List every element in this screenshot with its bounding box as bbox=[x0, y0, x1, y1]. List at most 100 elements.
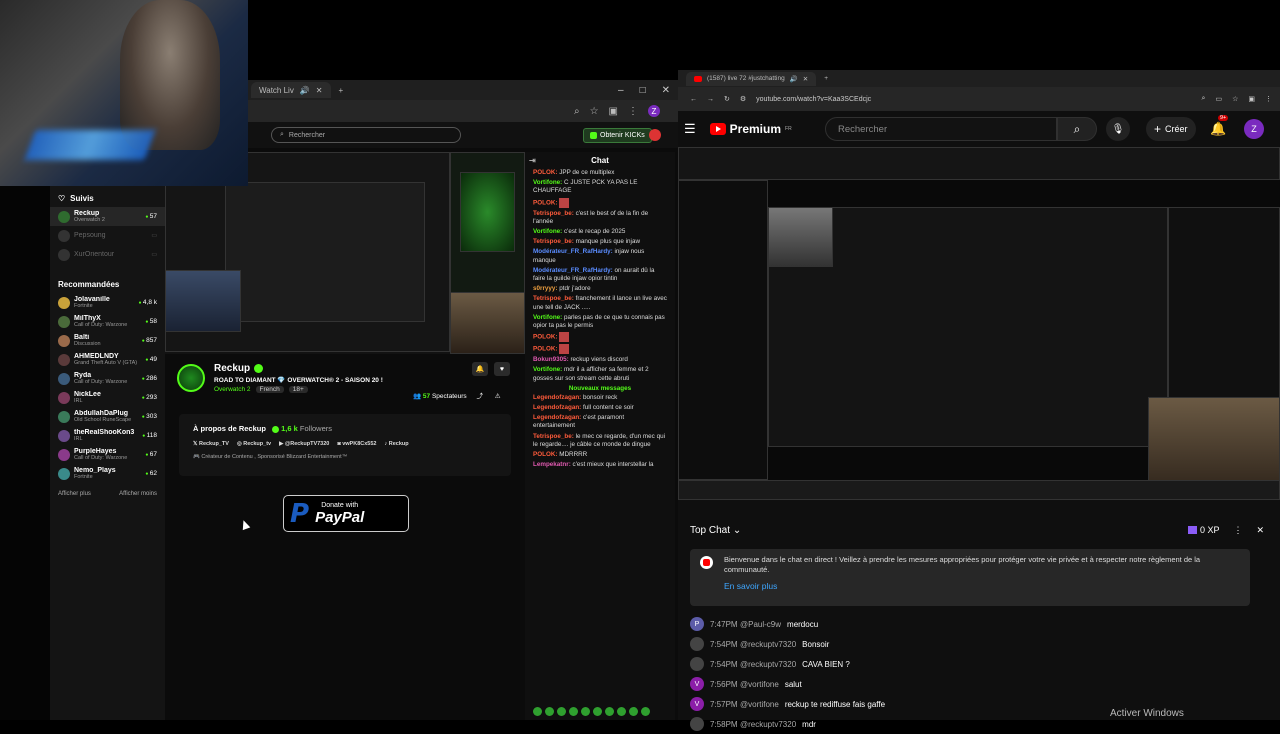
kick-browser-tab[interactable]: Watch Liv 🔊 ✕ bbox=[251, 82, 331, 98]
zoom-icon[interactable]: ⌕ bbox=[574, 106, 580, 117]
emote-icon[interactable] bbox=[569, 707, 578, 716]
chat-username[interactable]: Legendofzagan: bbox=[533, 394, 581, 401]
chat-username[interactable]: POLOK: bbox=[533, 199, 558, 206]
sidebar-item-pepsoung[interactable]: Pepsoung ▭ bbox=[50, 226, 165, 245]
minimize-button[interactable]: – bbox=[618, 85, 624, 96]
sidebar-item-recommended[interactable]: RydaCall of Duty: Warzone 286 bbox=[50, 369, 165, 388]
more-options-icon[interactable]: ⋮ bbox=[1233, 525, 1242, 536]
avatar[interactable]: V bbox=[690, 677, 704, 691]
tag-pill[interactable]: French bbox=[255, 386, 284, 393]
social-tiktok-link[interactable]: ♪ Reckup bbox=[384, 441, 408, 447]
sidebar-item-recommended[interactable]: MilThyXCall of Duty: Warzone 58 bbox=[50, 312, 165, 331]
share-icon[interactable]: ⤴ bbox=[476, 393, 483, 400]
tag-pill[interactable]: 18+ bbox=[288, 386, 308, 393]
notifications-bell-icon[interactable]: 🔔 bbox=[1210, 121, 1226, 137]
cast-icon[interactable]: ▭ bbox=[1215, 95, 1222, 103]
sidebar-item-reckup[interactable]: ReckupOverwatch 2 57 bbox=[50, 207, 165, 226]
emote-icon[interactable] bbox=[581, 707, 590, 716]
emote-icon[interactable] bbox=[533, 707, 542, 716]
chat-username[interactable]: Lempekatnr: bbox=[533, 461, 571, 468]
tab-close-icon[interactable]: ✕ bbox=[803, 75, 808, 83]
avatar[interactable] bbox=[690, 657, 704, 671]
show-less-link[interactable]: Afficher moins bbox=[119, 491, 157, 497]
social-instagram-link[interactable]: ◎ Reckup_tv bbox=[237, 441, 271, 447]
message-author[interactable]: @vortifone bbox=[740, 680, 779, 689]
xp-badge[interactable]: 0 XP bbox=[1187, 525, 1219, 535]
hamburger-menu-icon[interactable]: ☰ bbox=[684, 121, 696, 137]
url-field[interactable]: youtube.com/watch?v=Kaa3SCEdcjc bbox=[756, 96, 1191, 103]
create-button[interactable]: + Créer bbox=[1146, 117, 1196, 141]
menu-dots-icon[interactable]: ⋮ bbox=[628, 106, 638, 117]
chat-username[interactable]: Modérateur_FR_RafHardy: bbox=[533, 248, 613, 255]
emote-icon[interactable] bbox=[617, 707, 626, 716]
category-link[interactable]: Overwatch 2 bbox=[214, 386, 251, 393]
back-icon[interactable]: ← bbox=[690, 96, 697, 103]
message-author[interactable]: @reckuptv7320 bbox=[740, 640, 796, 649]
chat-username[interactable]: Vortifone: bbox=[533, 228, 562, 235]
emote-icon[interactable] bbox=[605, 707, 614, 716]
chat-username[interactable]: Legendofzagan: bbox=[533, 404, 581, 411]
new-tab-button[interactable]: + bbox=[339, 86, 344, 95]
chat-username[interactable]: Tetrispoe_be: bbox=[533, 238, 574, 245]
site-info-icon[interactable]: ⚙ bbox=[740, 95, 746, 103]
chat-username[interactable]: s0rryyy: bbox=[533, 285, 558, 292]
close-icon[interactable]: ✕ bbox=[1256, 525, 1264, 536]
chat-username[interactable]: POLOK: bbox=[533, 169, 558, 176]
chat-username[interactable]: Vortifone: bbox=[533, 314, 562, 321]
kick-search-input[interactable]: ⌕ Rechercher bbox=[271, 127, 461, 143]
learn-more-link[interactable]: En savoir plus bbox=[724, 581, 1240, 591]
tab-close-icon[interactable]: ✕ bbox=[316, 86, 323, 95]
message-author[interactable]: @reckuptv7320 bbox=[740, 720, 796, 729]
social-x-link[interactable]: 𝕏 Reckup_TV bbox=[193, 441, 229, 447]
search-button[interactable]: ⌕ bbox=[1057, 117, 1097, 141]
sidebar-item-recommended[interactable]: AbdullahDaPlugOld School RuneScape 303 bbox=[50, 407, 165, 426]
sidebar-item-recommended[interactable]: Nemo_PlaysFortnite 62 bbox=[50, 464, 165, 483]
maximize-button[interactable]: □ bbox=[640, 85, 646, 96]
sidebar-item-recommended[interactable]: NickLeeIRL 293 bbox=[50, 388, 165, 407]
channel-avatar[interactable] bbox=[177, 364, 205, 392]
channel-name-heading[interactable]: Reckup bbox=[214, 363, 264, 374]
chat-username[interactable]: POLOK: bbox=[533, 334, 558, 341]
emote-icon[interactable] bbox=[593, 707, 602, 716]
profile-avatar[interactable]: Z bbox=[648, 105, 660, 117]
account-avatar[interactable]: Z bbox=[1244, 119, 1264, 139]
reload-icon[interactable]: ↻ bbox=[724, 95, 730, 103]
message-author[interactable]: @reckuptv7320 bbox=[740, 660, 796, 669]
chat-username[interactable]: Tetrispoe_be: bbox=[533, 210, 574, 217]
paypal-donate-button[interactable]: P Donate with PayPal bbox=[283, 495, 409, 532]
tab-audio-icon[interactable]: 🔊 bbox=[300, 86, 310, 95]
show-more-link[interactable]: Afficher plus bbox=[58, 491, 91, 497]
obtain-kicks-button[interactable]: Obtenir KICKs bbox=[583, 127, 652, 143]
collapse-chat-icon[interactable]: ⇥ bbox=[529, 156, 536, 165]
emote-icon[interactable] bbox=[641, 707, 650, 716]
user-avatar-icon[interactable] bbox=[649, 129, 661, 141]
chat-username[interactable]: POLOK: bbox=[533, 451, 558, 458]
bookmark-star-icon[interactable]: ☆ bbox=[590, 106, 599, 117]
youtube-video-player[interactable] bbox=[678, 147, 1280, 500]
social-discord-link[interactable]: ◙ vwPK8Cx552 bbox=[337, 441, 376, 447]
emote-icon[interactable] bbox=[629, 707, 638, 716]
sidebar-item-recommended[interactable]: BaltiDiscussion 857 bbox=[50, 331, 165, 350]
sidebar-item-xurorientour[interactable]: XurOrientour ▭ bbox=[50, 245, 165, 264]
avatar[interactable]: P bbox=[690, 617, 704, 631]
avatar[interactable]: V bbox=[690, 697, 704, 711]
close-window-button[interactable]: ✕ bbox=[662, 85, 670, 96]
chat-username[interactable]: Legendofzagan: bbox=[533, 414, 581, 421]
sidebar-item-recommended[interactable]: AHMEDLNDYGrand Theft Auto V (GTA) 49 bbox=[50, 350, 165, 369]
sidebar-item-recommended[interactable]: PurpleHayesCall of Duty: Warzone 67 bbox=[50, 445, 165, 464]
chat-username[interactable]: Bokun9305: bbox=[533, 356, 569, 363]
avatar[interactable] bbox=[690, 637, 704, 651]
voice-search-button[interactable]: 🎙 bbox=[1106, 117, 1130, 141]
chat-username[interactable]: Tetrispoe_be: bbox=[533, 295, 574, 302]
sidebar-item-recommended[interactable]: theRealShooKon3IRL 118 bbox=[50, 426, 165, 445]
yt-search-input[interactable]: Rechercher bbox=[825, 117, 1057, 141]
forward-icon[interactable]: → bbox=[707, 96, 714, 103]
menu-dots-icon[interactable]: ⋮ bbox=[1265, 95, 1272, 103]
avatar[interactable] bbox=[690, 717, 704, 731]
message-author[interactable]: @vortifone bbox=[740, 700, 779, 709]
follow-heart-icon[interactable]: ♥ bbox=[494, 362, 510, 376]
yt-browser-tab[interactable]: (1587) live 72 #justchatting 🔊 ✕ bbox=[686, 71, 817, 86]
emote-icon[interactable] bbox=[545, 707, 554, 716]
extensions-icon[interactable]: ▣ bbox=[1248, 95, 1255, 103]
tab-audio-icon[interactable]: 🔊 bbox=[790, 75, 798, 83]
